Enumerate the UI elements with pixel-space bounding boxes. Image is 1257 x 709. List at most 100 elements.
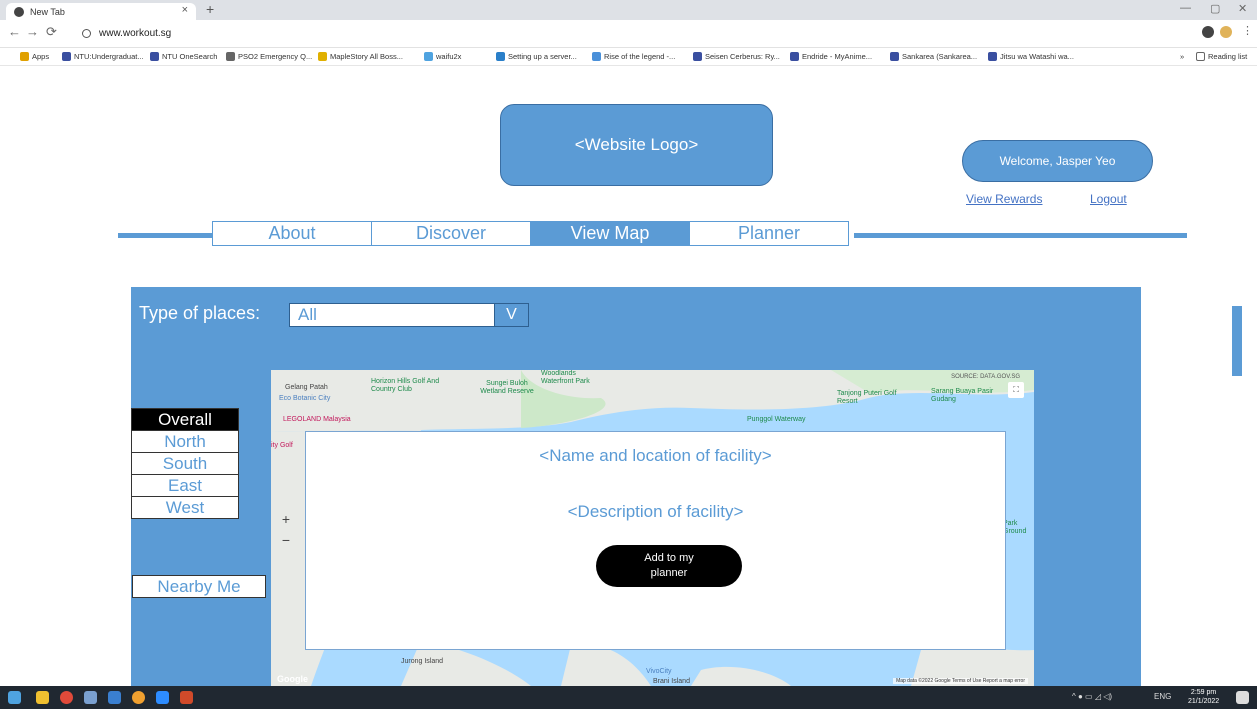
dropdown-arrow-icon[interactable]: V [494,304,528,326]
app-icon[interactable] [108,691,121,704]
zoom-app-icon[interactable] [156,691,169,704]
bookmark-item[interactable]: Seisen Cerberus: Ry... [693,52,780,61]
web-page: <Website Logo> Welcome, Jasper Yeo View … [10,66,1242,686]
bookmark-icon [424,52,433,61]
chrome-icon[interactable] [60,691,73,704]
bookmark-item[interactable]: Sankarea (Sankarea... [890,52,977,61]
nav-divider-right [854,233,1187,238]
map-label: Tanjong Puteri Golf Resort [837,390,897,405]
region-south[interactable]: South [131,452,239,475]
reload-icon[interactable]: ⟳ [46,24,57,40]
region-east[interactable]: East [131,474,239,497]
map-label: LEGOLAND Malaysia [283,416,351,423]
forward-icon[interactable]: → [26,24,39,39]
bookmark-icon [318,52,327,61]
tab-about[interactable]: About [212,221,372,246]
bookmarks-overflow[interactable]: » [1180,52,1184,61]
profile-avatar-icon[interactable] [1220,26,1232,38]
maximize-icon[interactable]: ▢ [1210,2,1220,15]
bookmark-icon [496,52,505,61]
clock[interactable]: 2:59 pm 21/1/2022 [1188,688,1219,706]
bookmark-icon [62,52,71,61]
extensions-icon[interactable] [1202,26,1214,38]
tab-discover[interactable]: Discover [371,221,531,246]
minimize-icon[interactable]: — [1180,2,1191,14]
tab-title: New Tab [30,6,65,17]
add-to-planner-button[interactable]: Add to my planner [596,545,742,587]
close-window-icon[interactable]: ✕ [1238,2,1247,15]
windows-start-icon[interactable] [8,691,21,704]
app-icon[interactable] [84,691,97,704]
page-scrollbar[interactable] [1232,306,1242,376]
bookmark-item[interactable]: Setting up a server... [496,52,577,61]
bookmark-item[interactable]: Rise of the legend -... [592,52,675,61]
bookmark-icon [226,52,235,61]
region-overall[interactable]: Overall [131,408,239,431]
tab-planner[interactable]: Planner [689,221,849,246]
map-label: VivoCity [646,668,672,675]
bookmark-item[interactable]: NTU:Undergraduat... [62,52,144,61]
site-info-icon[interactable] [82,28,91,38]
notification-icon[interactable] [1236,691,1249,704]
map-label: Gelang Patah [285,384,328,391]
bookmark-item[interactable]: MapleStory All Boss... [318,52,403,61]
logout-link[interactable]: Logout [1090,192,1127,206]
bookmark-item[interactable]: PSO2 Emergency Q... [226,52,312,61]
welcome-badge: Welcome, Jasper Yeo [962,140,1153,182]
type-of-places-select[interactable]: All V [289,303,529,327]
region-north[interactable]: North [131,430,239,453]
map-label: Park Ground [1003,520,1027,535]
map-panel: Type of places: All V Overall North Sout… [131,287,1141,686]
system-tray-icons[interactable]: ^ ● ▭ ◿ ◁) [1072,692,1112,701]
browser-tab[interactable]: New Tab × [6,3,196,20]
region-filter-list: Overall North South East West [131,408,239,519]
bookmark-icon [988,52,997,61]
new-tab-button[interactable]: + [206,1,214,17]
file-explorer-icon[interactable] [36,691,49,704]
view-rewards-link[interactable]: View Rewards [966,192,1042,206]
map-label: Horizon Hills Golf And Country Club [371,378,440,393]
apps-grid-icon [20,52,29,61]
bookmark-icon [890,52,899,61]
website-logo[interactable]: <Website Logo> [500,104,773,186]
bookmark-icon [693,52,702,61]
region-west[interactable]: West [131,496,239,519]
bookmark-item[interactable]: Jitsu wa Watashi wa... [988,52,1074,61]
close-tab-icon[interactable]: × [182,4,188,16]
zoom-in-button[interactable]: + [279,511,293,527]
menu-kebab-icon[interactable]: ⋮ [1242,24,1253,37]
bookmark-item[interactable]: waifu2x [424,52,461,61]
chrome-icon[interactable] [132,691,145,704]
map-label: ity Golf [271,442,293,449]
nearby-me-button[interactable]: Nearby Me [132,575,266,598]
language-indicator[interactable]: ENG [1154,692,1171,701]
reading-list[interactable]: Reading list [1196,52,1247,61]
map-attribution[interactable]: Map data ©2022 Google Terms of Use Repor… [893,678,1028,684]
bookmark-apps[interactable]: Apps [20,52,49,61]
zoom-out-button[interactable]: − [279,532,293,548]
bookmark-item[interactable]: Endride - MyAnime... [790,52,872,61]
google-logo: Google [277,674,308,684]
reading-list-icon [1196,52,1205,61]
url-text: www.workout.sg [99,27,172,39]
facility-description: <Description of facility> [567,502,744,521]
bookmark-item[interactable]: NTU OneSearch [150,52,217,61]
fullscreen-icon[interactable]: ⛶ [1008,382,1024,398]
map-source-label: SOURCE: DATA.GOV.SG [951,374,1020,380]
back-icon[interactable]: ← [8,24,21,39]
map-label: Sarang Buaya Pasir Gudang [931,388,994,403]
chrome-tab-favicon-icon [14,6,24,17]
map-label: Sungei Buloh Wetland Reserve [480,380,534,395]
type-of-places-label: Type of places: [139,303,261,323]
map-label: Brani Island [653,678,690,685]
map-label: Jurong Island [401,658,444,665]
map-label: Eco Botanic City [279,395,331,402]
bookmark-icon [592,52,601,61]
browser-tab-bar: New Tab × + — ▢ ✕ [0,0,1257,20]
map-label: Punggol Waterway [747,416,806,423]
type-select-value: All [290,304,494,326]
powerpoint-icon[interactable] [180,691,193,704]
url-field[interactable]: www.workout.sg [82,23,1182,43]
bookmarks-bar: Apps NTU:Undergraduat... NTU OneSearch P… [0,48,1257,66]
tab-view-map[interactable]: View Map [530,221,690,246]
